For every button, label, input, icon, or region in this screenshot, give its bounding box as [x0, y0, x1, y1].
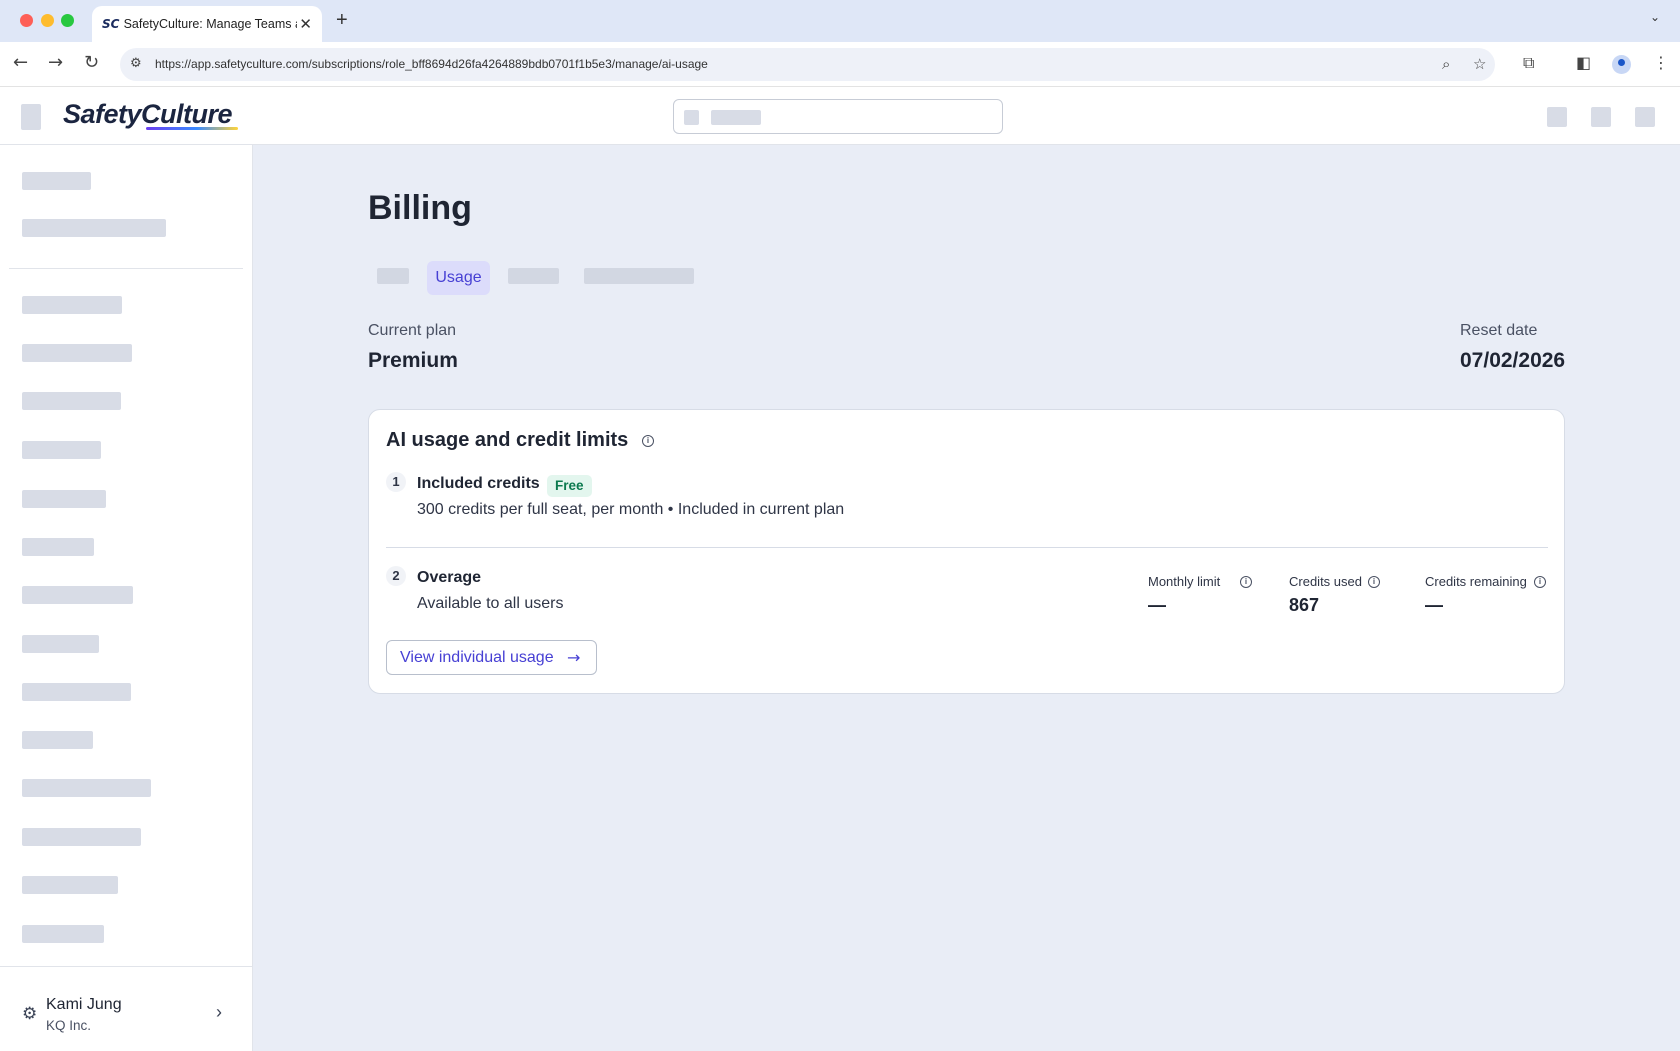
credits-used-label: Credits used: [1289, 574, 1362, 589]
tab-skeleton[interactable]: [508, 268, 559, 284]
browser-tab[interactable]: SC SafetyCulture: Manage Teams and... ✕: [92, 6, 322, 42]
step-number: 2: [386, 566, 406, 586]
maximize-window-button[interactable]: [61, 14, 74, 27]
new-tab-icon[interactable]: +: [336, 9, 348, 32]
credits-used-value: 867: [1289, 595, 1320, 615]
browser-titlebar: SC SafetyCulture: Manage Teams and... ✕ …: [0, 0, 1680, 42]
user-organization: KQ Inc.: [46, 1018, 92, 1033]
extensions-icon[interactable]: ⧉: [1523, 53, 1534, 73]
more-menu-icon[interactable]: ⋮: [1653, 53, 1669, 72]
sidebar-item-skeleton[interactable]: [22, 828, 141, 846]
sidebar-item-skeleton[interactable]: [22, 219, 166, 237]
sidebar-item-skeleton[interactable]: [22, 779, 151, 797]
info-icon[interactable]: i: [1240, 576, 1252, 588]
sidebar-item-skeleton[interactable]: [22, 635, 99, 653]
header-action-3-icon[interactable]: [1635, 107, 1655, 127]
tab-usage[interactable]: Usage: [427, 261, 490, 295]
sidebar-item-skeleton[interactable]: [22, 172, 91, 190]
overage-title: Overage: [417, 569, 482, 586]
page-title: Billing: [368, 189, 472, 227]
card-title: AI usage and credit limits: [386, 429, 629, 451]
main-content: Billing Usage Current plan Premium Reset…: [253, 145, 1680, 1051]
reload-icon[interactable]: ↻: [84, 52, 99, 73]
sidebar-item-skeleton[interactable]: [22, 490, 106, 508]
current-plan-label: Current plan: [368, 322, 457, 339]
sidebar-item-skeleton[interactable]: [22, 344, 132, 362]
sidebar-item-skeleton[interactable]: [22, 441, 101, 459]
tab-skeleton[interactable]: [377, 268, 409, 284]
safetyculture-logo[interactable]: SafetyCulture: [63, 99, 233, 130]
browser-toolbar: ← → ↻ ⚙ https://app.safetyculture.com/su…: [0, 42, 1680, 87]
monthly-limit-value: —: [1148, 595, 1166, 615]
sidebar-item-skeleton[interactable]: [22, 683, 131, 701]
tab-skeleton[interactable]: [584, 268, 694, 284]
address-bar[interactable]: ⚙ https://app.safetyculture.com/subscrip…: [120, 48, 1495, 81]
user-menu[interactable]: ⚙ Kami Jung KQ Inc. ›: [0, 966, 252, 1051]
chevron-right-icon: ›: [216, 1002, 222, 1022]
sidebar-divider: [9, 268, 243, 269]
step-number: 1: [386, 472, 406, 492]
sidebar-item-skeleton[interactable]: [22, 586, 133, 604]
view-individual-usage-button[interactable]: View individual usage →: [386, 640, 597, 675]
app-header: SafetyCulture: [0, 87, 1680, 145]
menu-icon[interactable]: [21, 104, 41, 130]
tab-close-icon[interactable]: ✕: [299, 15, 312, 33]
sidebar-item-skeleton[interactable]: [22, 876, 118, 894]
gear-icon: ⚙: [22, 1004, 38, 1024]
view-individual-usage-label: View individual usage: [400, 649, 554, 666]
minimize-window-button[interactable]: [41, 14, 54, 27]
sidebar-item-skeleton[interactable]: [22, 296, 122, 314]
site-settings-icon[interactable]: ⚙: [130, 56, 142, 71]
chevron-down-icon[interactable]: ⌄: [1650, 10, 1660, 24]
tab-title: SafetyCulture: Manage Teams and...: [123, 17, 298, 31]
sidebar-item-skeleton[interactable]: [22, 392, 121, 410]
reset-date-value: 07/02/2026: [1460, 349, 1566, 372]
info-icon[interactable]: i: [642, 435, 654, 447]
user-name: Kami Jung: [46, 996, 122, 1013]
close-window-button[interactable]: [20, 14, 33, 27]
header-action-1-icon[interactable]: [1547, 107, 1567, 127]
ai-usage-card: AI usage and credit limits i 1 Included …: [368, 409, 1565, 694]
favicon-icon: SC: [102, 17, 120, 31]
bookmark-star-icon[interactable]: ☆: [1473, 55, 1486, 73]
header-action-2-icon[interactable]: [1591, 107, 1611, 127]
monthly-limit-label: Monthly limit: [1148, 574, 1221, 589]
sidebar-item-skeleton[interactable]: [22, 538, 94, 556]
status-badge: Free: [547, 475, 592, 497]
sidebar-item-skeleton[interactable]: [22, 731, 93, 749]
logo-underline: [146, 127, 238, 130]
info-icon[interactable]: i: [1534, 576, 1546, 588]
search-input[interactable]: [673, 99, 1003, 134]
overage-description: Available to all users: [417, 595, 564, 612]
credits-remaining-label: Credits remaining: [1425, 574, 1527, 589]
arrow-right-icon: →: [567, 648, 581, 667]
current-plan-value: Premium: [368, 349, 458, 372]
info-icon[interactable]: i: [1368, 576, 1380, 588]
sidebar-item-skeleton[interactable]: [22, 925, 104, 943]
forward-icon[interactable]: →: [48, 52, 63, 73]
url-text: https://app.safetyculture.com/subscripti…: [155, 57, 708, 71]
credits-remaining-value: —: [1425, 595, 1443, 615]
search-placeholder-skeleton: [711, 110, 761, 125]
side-panel-icon[interactable]: ◧: [1576, 53, 1591, 72]
back-icon[interactable]: ←: [13, 52, 28, 73]
profile-avatar-icon[interactable]: [1612, 55, 1631, 74]
included-credits-title: Included credits: [417, 475, 540, 492]
reset-date-label: Reset date: [1460, 322, 1538, 339]
included-credits-description: 300 credits per full seat, per month • I…: [417, 501, 845, 518]
sidebar: ⚙ Kami Jung KQ Inc. ›: [0, 145, 253, 1051]
card-divider: [386, 547, 1548, 548]
search-icon: [684, 110, 699, 125]
zoom-icon[interactable]: ⌕: [1442, 55, 1450, 73]
